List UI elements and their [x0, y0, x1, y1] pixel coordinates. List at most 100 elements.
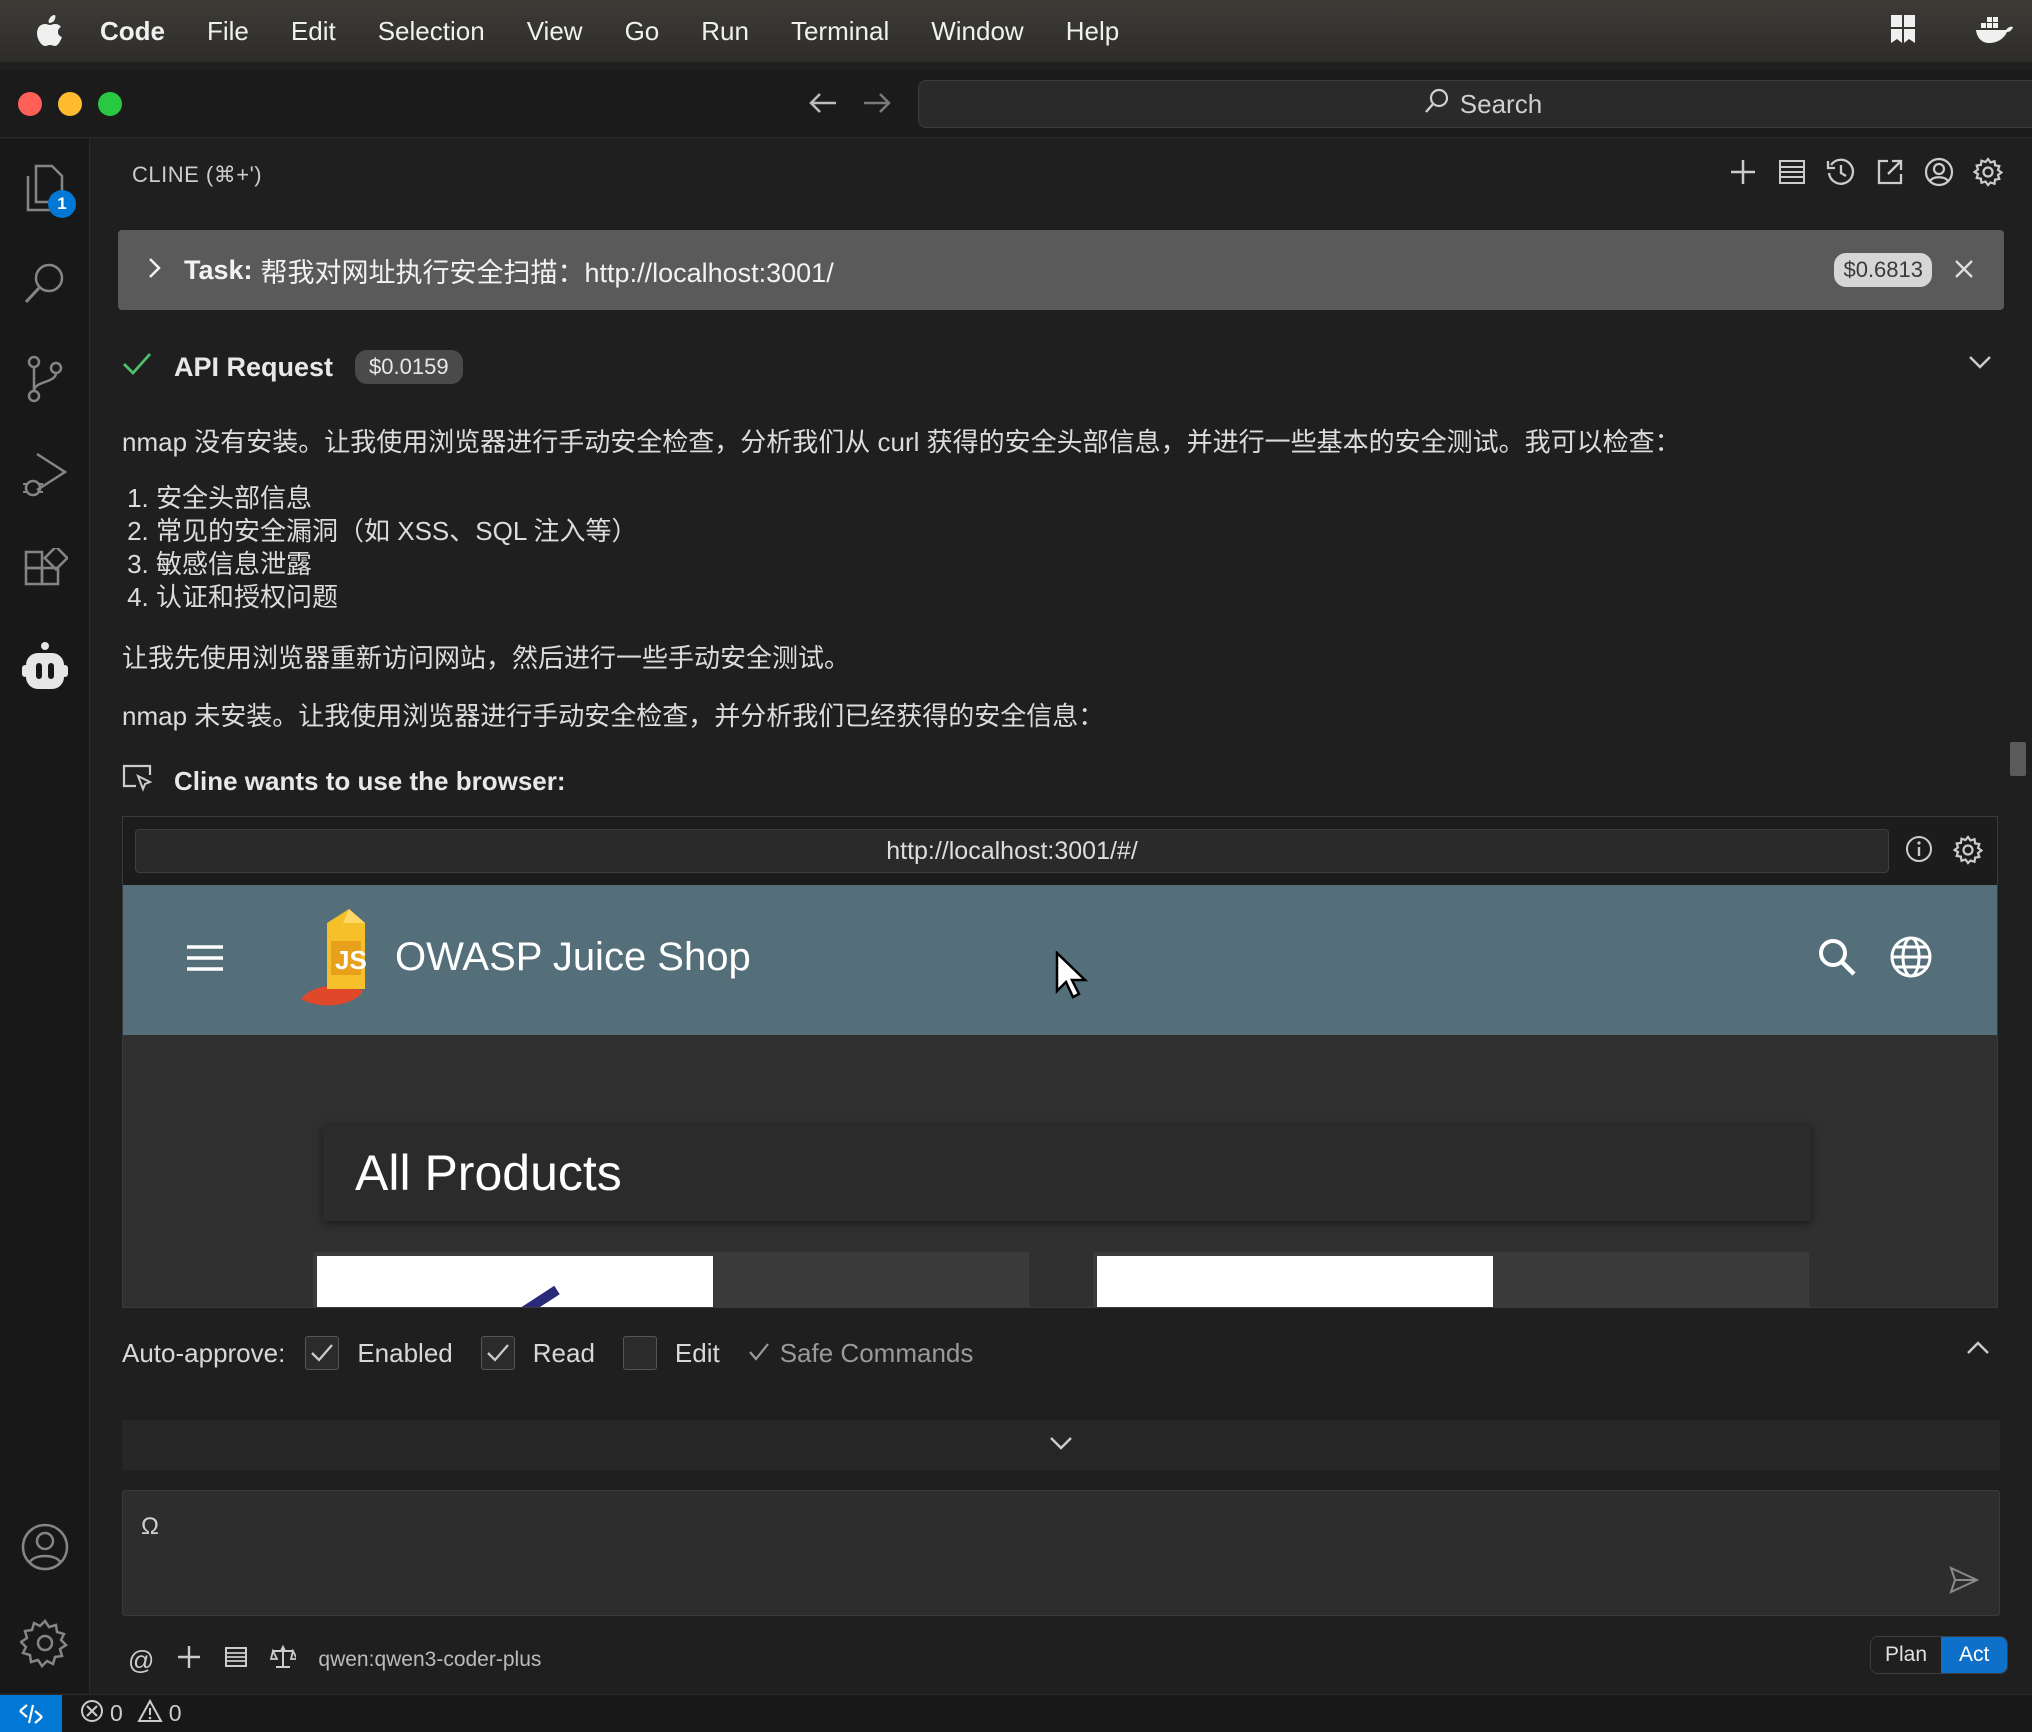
back-arrow-icon[interactable] — [808, 86, 838, 123]
status-bar: 0 0 — [0, 1694, 2032, 1732]
account-icon[interactable] — [1923, 156, 1955, 188]
accounts-icon[interactable] — [18, 1520, 72, 1574]
menu-selection[interactable]: Selection — [378, 16, 485, 47]
explorer-badge: 1 — [48, 190, 76, 218]
info-icon[interactable] — [1905, 835, 1933, 870]
list-item: 认证和授权问题 — [156, 581, 638, 614]
shop-title: OWASP Juice Shop — [395, 935, 751, 979]
expand-context-bar[interactable] — [122, 1420, 2000, 1470]
browser-settings-gear-icon[interactable] — [1952, 835, 1984, 870]
chevron-down-icon[interactable] — [1968, 354, 1992, 375]
plan-act-toggle: Plan Act — [1870, 1636, 2009, 1674]
safe-commands-check-icon — [748, 1338, 770, 1369]
api-request-label: API Request — [174, 351, 334, 382]
cline-robot-icon[interactable] — [18, 640, 72, 694]
extensions-icon[interactable] — [18, 544, 72, 598]
success-check-icon — [122, 351, 152, 384]
warning-count: 0 — [168, 1700, 182, 1726]
menu-view[interactable]: View — [527, 16, 583, 47]
task-label: Task: — [184, 254, 253, 285]
manage-gear-icon[interactable] — [18, 1616, 72, 1670]
message-line-2: 让我先使用浏览器重新访问网站，然后进行一些手动安全测试。 — [122, 643, 851, 673]
browser-screenshot: http://localhost:3001/#/ JS OWASP Juice … — [122, 816, 1998, 1308]
svg-text:JS: JS — [335, 945, 367, 975]
search-label: Search — [1459, 88, 1543, 119]
search-view-icon[interactable] — [18, 256, 72, 310]
menu-help[interactable]: Help — [1066, 16, 1119, 47]
read-checkbox[interactable] — [480, 1336, 515, 1370]
task-header[interactable]: Task: 帮我对网址执行安全扫描：http://localhost:3001/… — [118, 230, 2004, 310]
menu-terminal[interactable]: Terminal — [791, 16, 889, 47]
browser-request-label: Cline wants to use the browser: — [174, 766, 566, 796]
scrollbar-thumb[interactable] — [2010, 742, 2026, 776]
enabled-checkbox[interactable] — [305, 1336, 340, 1370]
browser-request-header: Cline wants to use the browser: — [122, 764, 566, 799]
settings-gear-icon[interactable] — [1972, 156, 2004, 188]
mention-at-icon[interactable]: @ — [128, 1645, 154, 1676]
open-in-editor-icon[interactable] — [1874, 156, 1906, 188]
forward-arrow-icon[interactable] — [862, 86, 892, 123]
chevron-right-icon[interactable] — [148, 255, 162, 286]
close-window-button[interactable] — [18, 92, 42, 116]
list-item: 常见的安全漏洞（如 XSS、SQL 注入等） — [156, 515, 638, 548]
minimize-window-button[interactable] — [58, 92, 82, 116]
shop-search-icon[interactable] — [1817, 937, 1857, 982]
safe-commands-label[interactable]: Safe Commands — [780, 1338, 974, 1369]
bookmark-status-icon[interactable] — [1888, 12, 1918, 53]
chevron-down-icon — [1049, 1435, 1073, 1456]
macos-menu-bar: Code File Edit Selection View Go Run Ter… — [0, 0, 2032, 62]
edit-checkbox[interactable] — [622, 1336, 657, 1370]
message-line-3: nmap 未安装。让我使用浏览器进行手动安全检查，并分析我们已经获得的安全信息： — [122, 701, 1105, 731]
chevron-up-icon[interactable] — [1966, 1340, 1990, 1361]
docker-icon[interactable] — [1974, 12, 2014, 53]
browser-url-bar[interactable]: http://localhost:3001/#/ — [135, 829, 1889, 873]
error-count: 0 — [110, 1700, 123, 1726]
command-center-search[interactable]: Search — [918, 80, 2032, 128]
api-request-cost-badge: $0.0159 — [355, 350, 463, 384]
hamburger-menu-icon[interactable] — [185, 943, 225, 978]
source-control-icon[interactable] — [18, 352, 72, 406]
panel-title: CLINE (⌘+') — [132, 162, 263, 187]
history-icon[interactable] — [1825, 156, 1857, 188]
warning-icon — [137, 1698, 163, 1729]
act-mode-button[interactable]: Act — [1941, 1637, 2008, 1673]
menu-run[interactable]: Run — [701, 16, 749, 47]
zoom-window-button[interactable] — [98, 92, 122, 116]
task-text: 帮我对网址执行安全扫描：http://localhost:3001/ — [260, 257, 834, 288]
menu-app-name[interactable]: Code — [100, 16, 165, 47]
mcp-servers-icon[interactable] — [1776, 156, 1808, 188]
model-selector-scale-icon[interactable] — [270, 1644, 299, 1676]
product-image — [1097, 1256, 1493, 1307]
chat-input[interactable]: Ω — [122, 1490, 2000, 1616]
send-icon[interactable] — [1949, 1566, 1980, 1599]
juice-shop-logo-icon: JS — [293, 903, 393, 1020]
run-and-debug-icon[interactable] — [18, 448, 72, 502]
shop-content: All Products — [123, 1035, 1997, 1307]
mouse-cursor-icon — [1053, 950, 1089, 1004]
auto-approve-label: Auto-approve: — [122, 1337, 286, 1368]
chat-input-text: Ω — [141, 1513, 159, 1540]
read-label: Read — [532, 1337, 595, 1368]
add-context-plus-icon[interactable] — [176, 1644, 202, 1676]
problems-indicator[interactable]: 0 0 — [80, 1698, 182, 1729]
language-globe-icon[interactable] — [1889, 935, 1933, 984]
new-task-plus-icon[interactable] — [1727, 156, 1759, 188]
menu-window[interactable]: Window — [931, 16, 1023, 47]
apple-icon[interactable] — [0, 15, 100, 47]
plan-mode-button[interactable]: Plan — [1871, 1637, 1942, 1673]
list-item: 敏感信息泄露 — [156, 548, 638, 581]
edit-label: Edit — [674, 1337, 720, 1368]
menu-edit[interactable]: Edit — [291, 16, 336, 47]
list-item: 安全头部信息 — [156, 482, 638, 515]
remote-indicator-icon[interactable] — [0, 1694, 62, 1732]
close-task-icon[interactable] — [1954, 253, 1974, 287]
task-cost-badge: $0.6813 — [1834, 253, 1932, 287]
check-list: 安全头部信息 常见的安全漏洞（如 XSS、SQL 注入等） 敏感信息泄露 认证和… — [156, 482, 638, 614]
menu-go[interactable]: Go — [625, 16, 660, 47]
api-request-row[interactable]: API Request $0.0159 — [122, 350, 463, 384]
enabled-label: Enabled — [357, 1337, 453, 1368]
menu-file[interactable]: File — [207, 16, 249, 47]
product-image — [317, 1256, 713, 1307]
model-name[interactable]: qwen:qwen3-coder-plus — [318, 1648, 541, 1672]
mcp-server-list-icon[interactable] — [224, 1645, 248, 1675]
